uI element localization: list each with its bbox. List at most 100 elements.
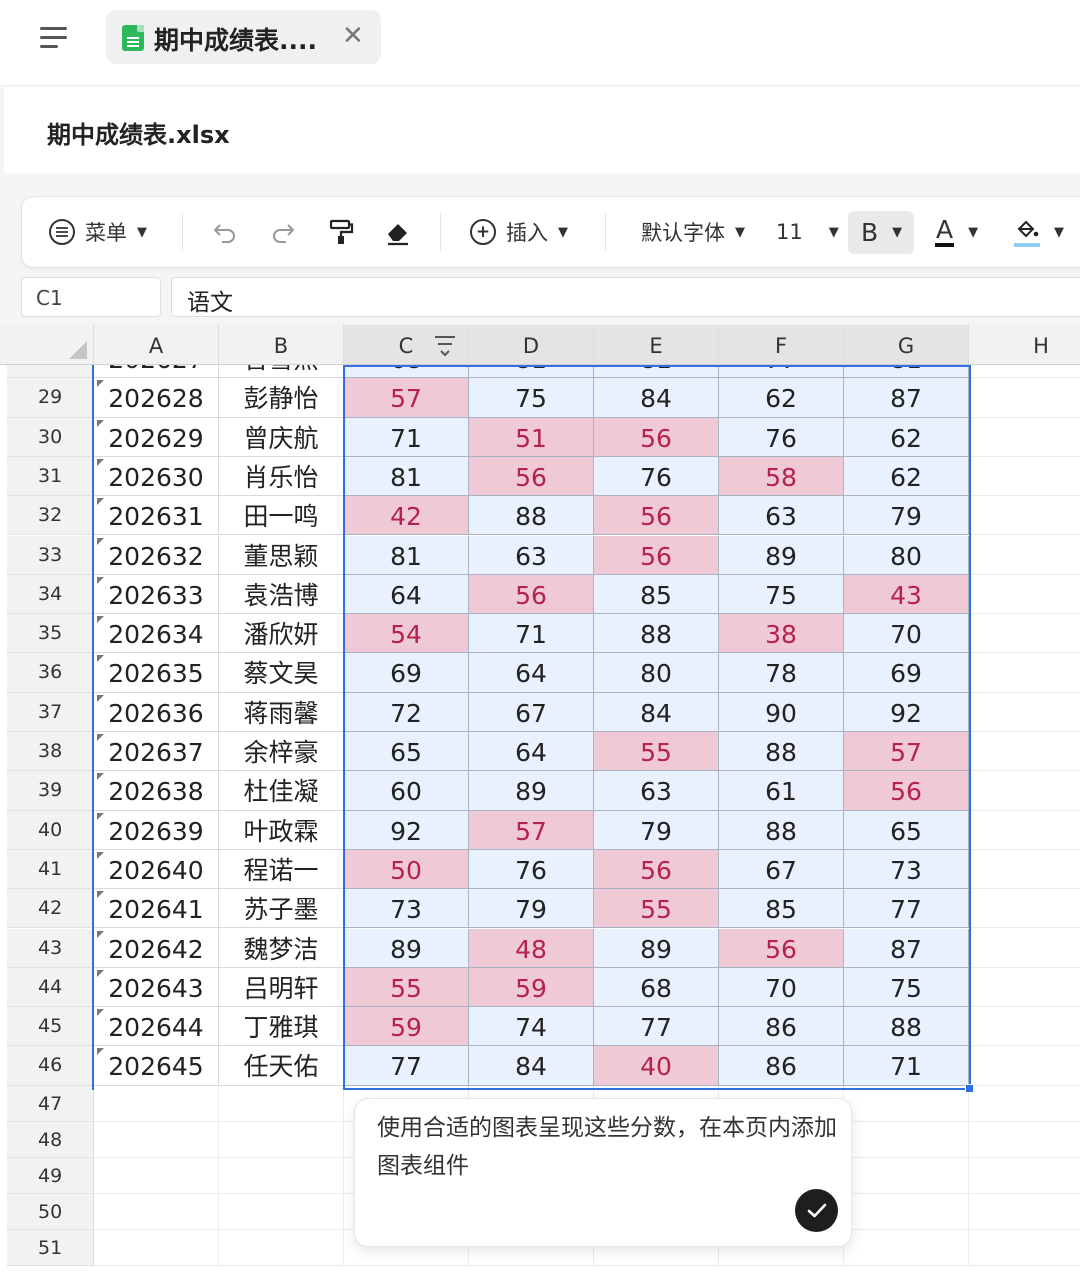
row-header[interactable]: 36 <box>7 653 94 693</box>
score-cell[interactable]: 76 <box>594 456 719 497</box>
score-cell[interactable]: 58 <box>719 456 844 497</box>
score-cell[interactable]: 60 <box>344 771 469 811</box>
empty-cell[interactable] <box>94 1229 219 1266</box>
score-cell[interactable]: 51 <box>469 417 594 457</box>
student-id-cell[interactable]: 202644 <box>94 1007 219 1047</box>
score-cell[interactable]: 88 <box>594 614 719 654</box>
score-cell[interactable]: 65 <box>344 732 469 772</box>
row-header[interactable]: 39 <box>7 771 94 811</box>
empty-cell[interactable] <box>844 1085 969 1122</box>
score-cell[interactable]: 59 <box>344 1007 469 1047</box>
row-header[interactable]: 44 <box>7 967 94 1008</box>
score-cell[interactable]: 72 <box>344 692 469 732</box>
font-family-select[interactable]: 默认字体 ▼ <box>641 197 745 267</box>
score-cell[interactable]: 56 <box>594 535 719 575</box>
score-cell[interactable]: 88 <box>469 496 594 536</box>
score-cell[interactable]: 62 <box>844 456 969 497</box>
student-name-cell[interactable]: 肖乐怡 <box>219 456 344 497</box>
score-cell[interactable]: 81 <box>344 456 469 497</box>
student-id-cell[interactable]: 202631 <box>94 496 219 536</box>
score-cell[interactable]: 64 <box>344 574 469 615</box>
score-cell[interactable]: 57 <box>469 810 594 850</box>
empty-cell[interactable] <box>969 574 1080 615</box>
row-header[interactable]: 32 <box>7 496 94 536</box>
empty-cell[interactable] <box>969 810 1080 850</box>
column-header-h[interactable]: H <box>969 325 1080 365</box>
row-header[interactable]: 30 <box>7 417 94 457</box>
empty-cell[interactable] <box>219 1121 344 1158</box>
score-cell[interactable]: 84 <box>594 692 719 732</box>
empty-cell[interactable] <box>969 614 1080 654</box>
score-cell[interactable]: 56 <box>594 417 719 457</box>
document-tab[interactable]: 期中成绩表.... ✕ <box>106 10 381 64</box>
empty-cell[interactable] <box>969 365 1080 379</box>
empty-cell[interactable] <box>94 1085 219 1122</box>
empty-cell[interactable] <box>969 1229 1080 1266</box>
row-header[interactable]: 49 <box>7 1157 94 1194</box>
font-color-button[interactable]: A ▼ <box>935 197 978 267</box>
student-id-cell[interactable]: 202628 <box>94 378 219 418</box>
score-cell[interactable]: 88 <box>719 732 844 772</box>
score-cell[interactable]: 87 <box>844 378 969 418</box>
score-cell[interactable]: 77 <box>344 1046 469 1086</box>
score-cell[interactable]: 56 <box>719 928 844 968</box>
score-cell[interactable]: 85 <box>594 574 719 615</box>
row-header[interactable]: 51 <box>7 1229 94 1266</box>
score-cell[interactable]: 55 <box>344 967 469 1008</box>
score-cell[interactable]: 79 <box>469 889 594 929</box>
empty-cell[interactable] <box>969 1007 1080 1047</box>
score-cell[interactable]: 64 <box>469 732 594 772</box>
row-header[interactable]: 47 <box>7 1085 94 1122</box>
score-cell[interactable]: 62 <box>844 417 969 457</box>
score-cell[interactable]: 89 <box>344 928 469 968</box>
score-cell[interactable]: 75 <box>719 574 844 615</box>
score-cell[interactable]: 86 <box>719 1046 844 1086</box>
score-cell[interactable]: 87 <box>844 928 969 968</box>
score-cell[interactable]: 71 <box>469 614 594 654</box>
score-cell[interactable]: 57 <box>844 732 969 772</box>
student-name-cell[interactable]: 潘欣妍 <box>219 614 344 654</box>
menu-button[interactable]: 菜单 ▼ <box>49 197 147 267</box>
score-cell[interactable]: 62 <box>719 378 844 418</box>
student-id-cell[interactable]: 202640 <box>94 849 219 890</box>
score-cell[interactable]: 75 <box>844 967 969 1008</box>
score-cell[interactable]: 43 <box>844 574 969 615</box>
row-header[interactable]: 50 <box>7 1193 94 1230</box>
score-cell[interactable]: 63 <box>469 535 594 575</box>
score-cell[interactable]: 71 <box>844 1046 969 1086</box>
bold-button[interactable]: B ▼ <box>861 197 902 267</box>
empty-cell[interactable] <box>844 1229 969 1266</box>
empty-cell[interactable] <box>969 1085 1080 1122</box>
score-cell[interactable]: 69 <box>344 653 469 693</box>
column-header-g[interactable]: G <box>844 325 969 365</box>
score-cell[interactable]: 48 <box>469 928 594 968</box>
score-cell[interactable]: 81 <box>844 365 969 379</box>
row-header[interactable]: 40 <box>7 810 94 850</box>
insert-button[interactable]: + 插入 ▼ <box>470 197 568 267</box>
row-header[interactable]: 45 <box>7 1007 94 1047</box>
student-id-cell[interactable]: 202643 <box>94 967 219 1008</box>
student-id-cell[interactable]: 202638 <box>94 771 219 811</box>
student-name-cell[interactable]: 余梓豪 <box>219 732 344 772</box>
empty-cell[interactable] <box>844 1157 969 1194</box>
student-name-cell[interactable]: 程诺一 <box>219 849 344 890</box>
format-painter-button[interactable] <box>328 197 354 267</box>
score-cell[interactable]: 77 <box>844 889 969 929</box>
student-name-cell[interactable]: 魏梦洁 <box>219 928 344 968</box>
student-name-cell[interactable]: 吕明轩 <box>219 967 344 1008</box>
student-id-cell[interactable]: 202627 <box>94 365 219 379</box>
score-cell[interactable]: 55 <box>594 889 719 929</box>
student-name-cell[interactable]: 曾庆航 <box>219 417 344 457</box>
empty-cell[interactable] <box>969 732 1080 772</box>
row-header[interactable]: 37 <box>7 692 94 732</box>
score-cell[interactable]: 77 <box>719 365 844 379</box>
score-cell[interactable]: 73 <box>344 889 469 929</box>
score-cell[interactable]: 59 <box>469 967 594 1008</box>
score-cell[interactable]: 73 <box>844 849 969 890</box>
score-cell[interactable]: 63 <box>594 771 719 811</box>
prompt-text[interactable]: 使用合适的图表呈现这些分数，在本页内添加图表组件 <box>377 1109 837 1185</box>
score-cell[interactable]: 76 <box>719 417 844 457</box>
student-name-cell[interactable]: 蔡文昊 <box>219 653 344 693</box>
student-id-cell[interactable]: 202641 <box>94 889 219 929</box>
score-cell[interactable]: 74 <box>469 1007 594 1047</box>
